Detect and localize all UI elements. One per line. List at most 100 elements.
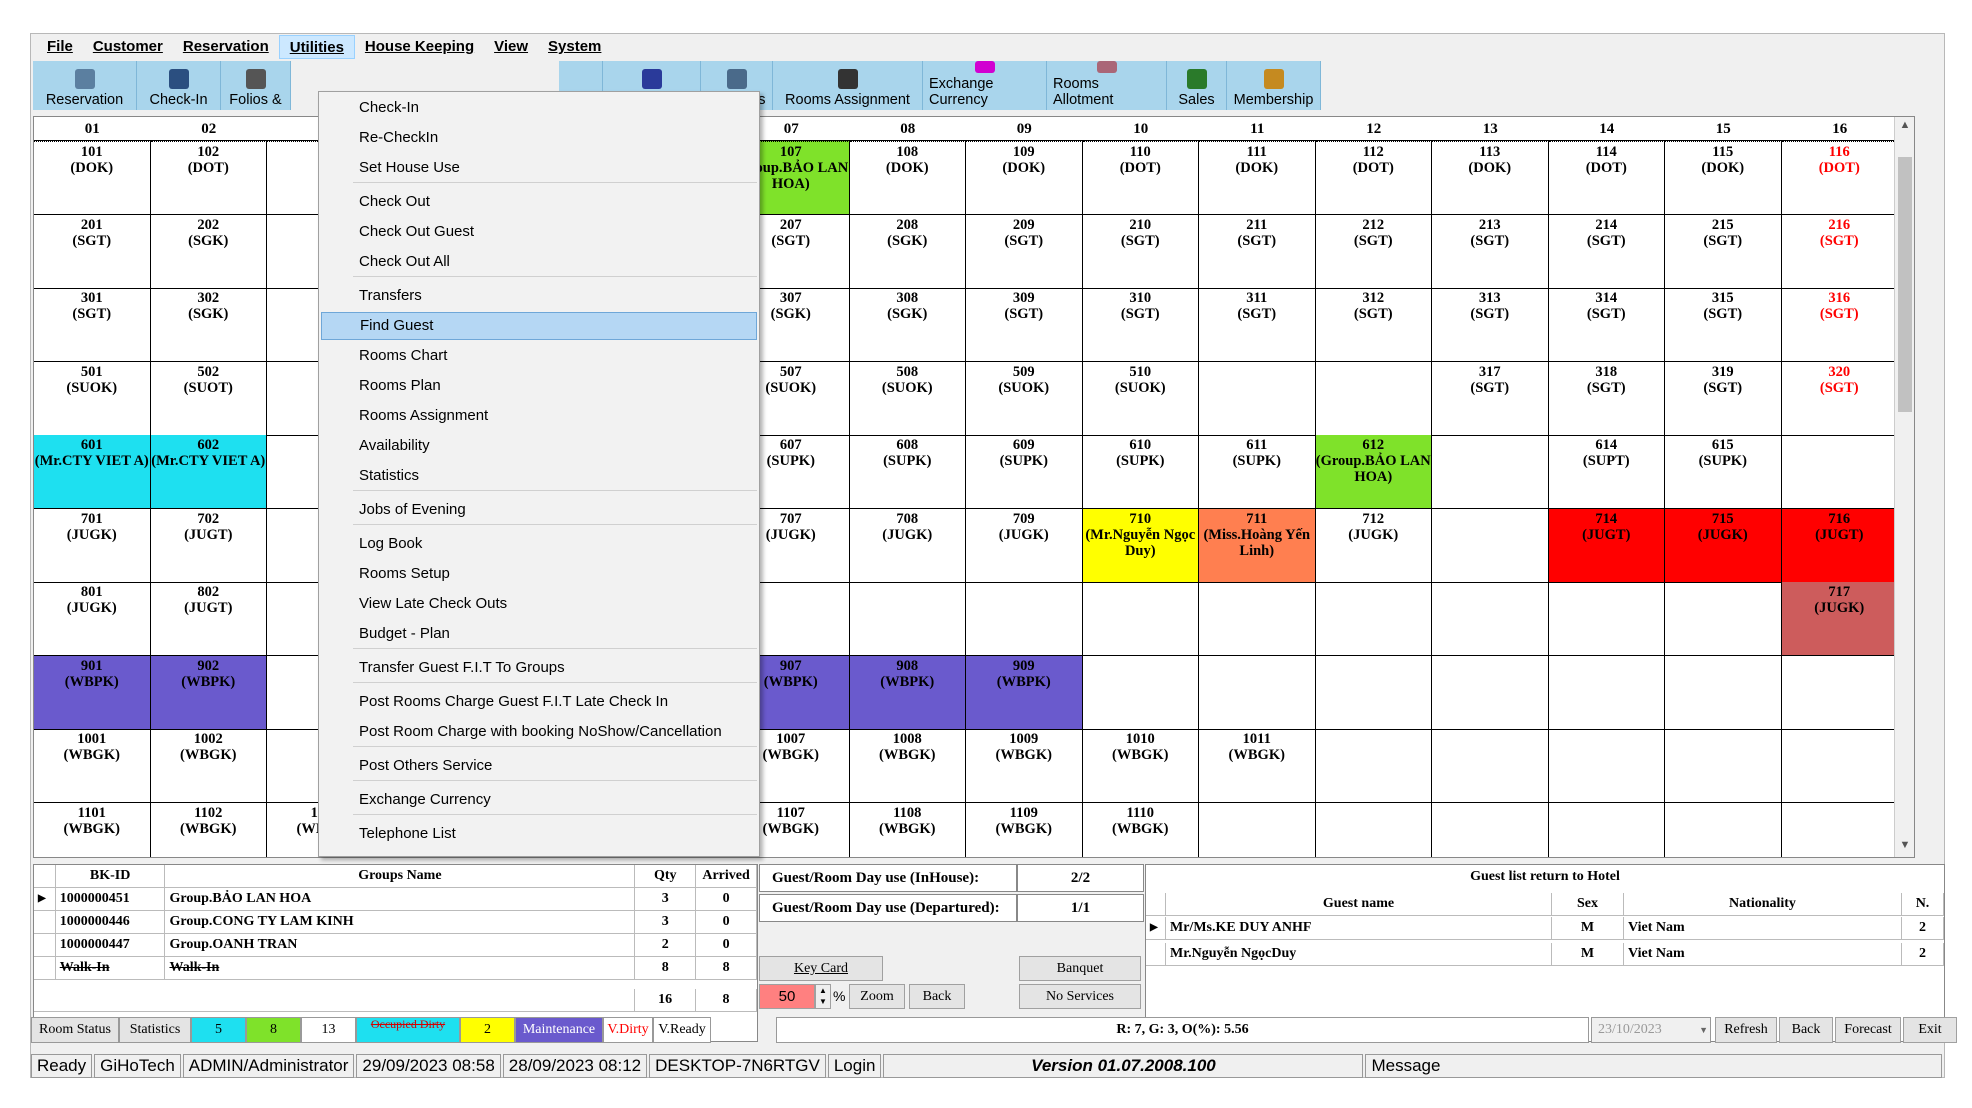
room-cell[interactable]	[1665, 655, 1782, 730]
room-cell[interactable]: 715 (JUGK)	[1665, 508, 1782, 583]
room-cell[interactable]: 302 (SGK)	[150, 288, 267, 362]
legend-5[interactable]: 5	[191, 1017, 246, 1043]
room-cell[interactable]	[1199, 802, 1316, 857]
menu-item-jobs-of-evening[interactable]: Jobs of Evening	[321, 496, 757, 524]
room-cell[interactable]	[1781, 655, 1898, 730]
room-cell[interactable]	[1315, 729, 1432, 803]
legend-8[interactable]: 8	[246, 1017, 301, 1043]
room-cell[interactable]: 717 (JUGK)	[1781, 582, 1898, 656]
room-cell[interactable]: 1011 (WBGK)	[1199, 729, 1316, 803]
menu-view[interactable]: View	[484, 35, 538, 59]
room-cell[interactable]: 608 (SUPK)	[849, 435, 966, 509]
menu-item-post-rooms-charge-guest-f-i-t-late-check-in[interactable]: Post Rooms Charge Guest F.I.T Late Check…	[321, 688, 757, 716]
menu-item-rooms-plan[interactable]: Rooms Plan	[321, 372, 757, 400]
legend-maintenance[interactable]: Maintenance	[515, 1017, 603, 1043]
room-cell[interactable]: 1108 (WBGK)	[850, 802, 966, 857]
room-cell[interactable]: 314 (SGT)	[1548, 288, 1665, 362]
footer-back-button[interactable]: Back	[1779, 1017, 1833, 1043]
no-services-button[interactable]: No Services	[1019, 984, 1141, 1009]
room-cell[interactable]: 301 (SGT)	[34, 288, 151, 362]
room-cell[interactable]: 1109 (WBGK)	[966, 802, 1083, 857]
room-cell[interactable]: 901 (WBPK)	[34, 655, 151, 730]
room-cell[interactable]: 712 (JUGK)	[1315, 508, 1432, 583]
room-cell[interactable]: 216 (SGT)	[1781, 214, 1898, 289]
room-cell[interactable]: 611 (SUPK)	[1199, 435, 1316, 509]
room-cell[interactable]	[1548, 582, 1665, 656]
room-cell[interactable]: 908 (WBPK)	[849, 655, 966, 730]
menu-item-transfers[interactable]: Transfers	[321, 282, 757, 310]
footer-refresh-button[interactable]: Refresh	[1715, 1017, 1777, 1043]
banquet-button[interactable]: Banquet	[1019, 956, 1141, 981]
room-cell[interactable]: 313 (SGT)	[1432, 288, 1549, 362]
legend-v-ready[interactable]: V.Ready	[653, 1017, 711, 1043]
room-cell[interactable]	[966, 582, 1083, 656]
room-cell[interactable]	[849, 582, 966, 656]
toolbar-folios--button[interactable]: Folios &	[221, 61, 291, 110]
toolbar-exchange-currency-button[interactable]: Exchange Currency	[923, 61, 1047, 110]
zoom-button[interactable]: Zoom	[849, 984, 905, 1009]
room-cell[interactable]: 318 (SGT)	[1548, 361, 1665, 436]
room-cell[interactable]	[1432, 729, 1549, 803]
chevron-down-icon[interactable]: ▼	[1699, 1018, 1708, 1042]
table-row[interactable]: ▶ 1000000451 Group.BẢO LAN HOA 3 0	[34, 888, 758, 911]
room-cell[interactable]: 711 (Miss.Hoàng Yến Linh)	[1199, 508, 1316, 583]
room-cell[interactable]	[1432, 655, 1549, 730]
room-cell[interactable]: 508 (SUOK)	[849, 361, 966, 436]
menu-item-post-room-charge-with-booking-noshow-cancellation[interactable]: Post Room Charge with booking NoShow/Can…	[321, 718, 757, 746]
footer-exit-button[interactable]: Exit	[1903, 1017, 1957, 1043]
toolbar-rooms-assignment-button[interactable]: Rooms Assignment	[773, 61, 923, 110]
room-cell[interactable]	[1315, 655, 1432, 730]
room-cell[interactable]: 111 (DOK)	[1199, 141, 1316, 215]
room-cell[interactable]	[1082, 655, 1199, 730]
table-row[interactable]: ▶ Mr/Ms.KE DUY ANHF M Viet Nam 2	[1146, 917, 1944, 940]
room-cell[interactable]: 1001 (WBGK)	[34, 729, 151, 803]
menu-file[interactable]: File	[37, 35, 83, 59]
menu-item-rooms-setup[interactable]: Rooms Setup	[321, 560, 757, 588]
scroll-up-icon[interactable]: ▲	[1895, 119, 1914, 137]
room-cell[interactable]: 708 (JUGK)	[849, 508, 966, 583]
menu-item-re-checkin[interactable]: Re-CheckIn	[321, 124, 757, 152]
room-cell[interactable]: 1010 (WBGK)	[1082, 729, 1199, 803]
room-cell[interactable]	[1199, 655, 1316, 730]
room-cell[interactable]: 110 (DOT)	[1082, 141, 1199, 215]
menu-customer[interactable]: Customer	[83, 35, 173, 59]
table-row[interactable]: Walk-In Walk-In 8 8	[34, 957, 758, 980]
room-cell[interactable]: 802 (JUGT)	[150, 582, 267, 656]
room-cell[interactable]	[1199, 582, 1316, 656]
menu-item-statistics[interactable]: Statistics	[321, 462, 757, 490]
menu-item-rooms-chart[interactable]: Rooms Chart	[321, 342, 757, 370]
legend-statistics[interactable]: Statistics	[119, 1017, 191, 1043]
room-cell[interactable]: 202 (SGK)	[150, 214, 267, 289]
legend-occupied-dirty[interactable]: Occupied Dirty	[356, 1017, 460, 1043]
room-cell[interactable]: 310 (SGT)	[1082, 288, 1199, 362]
room-cell[interactable]: 112 (DOT)	[1315, 141, 1432, 215]
room-cell[interactable]: 716 (JUGT)	[1781, 508, 1898, 583]
room-cell[interactable]: 615 (SUPK)	[1665, 435, 1782, 509]
room-cell[interactable]: 113 (DOK)	[1432, 141, 1549, 215]
room-cell[interactable]: 116 (DOT)	[1781, 141, 1898, 215]
back-button[interactable]: Back	[909, 984, 965, 1009]
room-cell[interactable]: 317 (SGT)	[1432, 361, 1549, 436]
room-cell[interactable]: 501 (SUOK)	[34, 361, 151, 436]
room-cell[interactable]	[1781, 435, 1898, 509]
menu-item-check-out[interactable]: Check Out	[321, 188, 757, 216]
footer-forecast-button[interactable]: Forecast	[1835, 1017, 1901, 1043]
menu-item-budget-plan[interactable]: Budget - Plan	[321, 620, 757, 648]
menu-utilities[interactable]: Utilities	[278, 35, 355, 59]
room-cell[interactable]	[1432, 802, 1549, 857]
room-cell[interactable]: 614 (SUPT)	[1548, 435, 1665, 509]
table-row[interactable]: 1000000447 Group.OANH TRAN 2 0	[34, 934, 758, 957]
legend-13[interactable]: 13	[301, 1017, 356, 1043]
scroll-thumb[interactable]	[1898, 157, 1912, 412]
date-picker[interactable]: 23/10/2023 ▼	[1591, 1017, 1711, 1043]
room-cell[interactable]	[1315, 361, 1432, 436]
menu-item-check-in[interactable]: Check-In	[321, 94, 757, 122]
room-cell[interactable]: 212 (SGT)	[1315, 214, 1432, 289]
toolbar-check-in-button[interactable]: Check-In	[137, 61, 221, 110]
room-cell[interactable]: 1101 (WBGK)	[34, 802, 151, 857]
menu-item-check-out-all[interactable]: Check Out All	[321, 248, 757, 276]
room-cell[interactable]: 312 (SGT)	[1315, 288, 1432, 362]
room-cell[interactable]	[1199, 361, 1316, 436]
room-cell[interactable]: 710 (Mr.Nguyễn Ngọc Duy)	[1082, 508, 1199, 583]
room-cell[interactable]	[1782, 802, 1898, 857]
